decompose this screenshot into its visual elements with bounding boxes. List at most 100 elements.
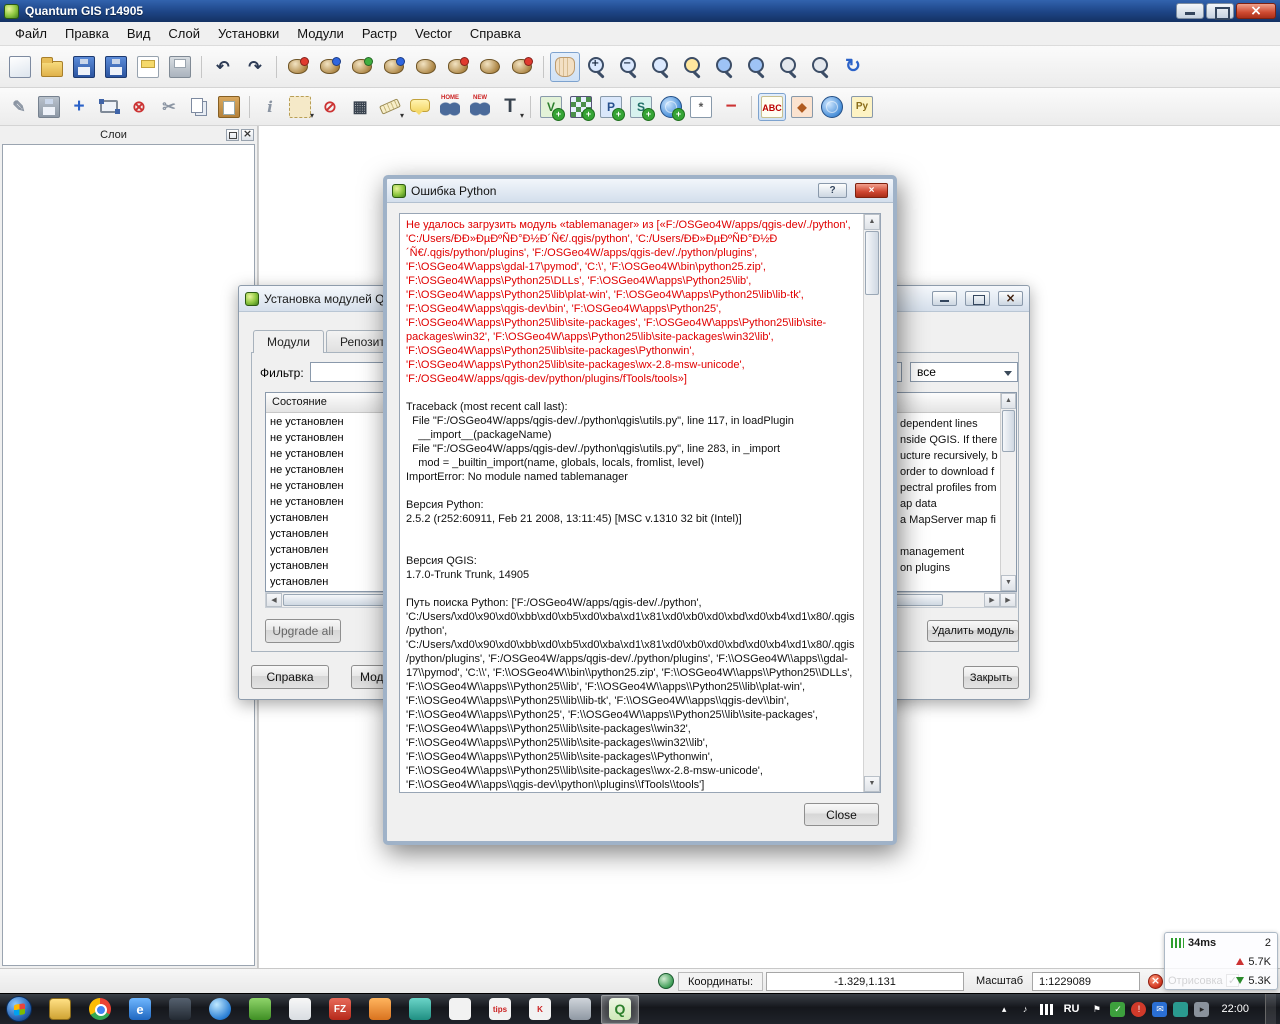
installer-maximize-button[interactable] [965, 291, 990, 306]
minimize-button[interactable] [1176, 3, 1204, 19]
node-tool-icon[interactable] [411, 52, 441, 82]
title-bar[interactable]: Quantum GIS r14905 [0, 0, 1280, 22]
move-feature-icon[interactable] [379, 52, 409, 82]
coordinates-input[interactable] [766, 972, 964, 991]
scroll-down-icon[interactable]: ▼ [864, 776, 880, 792]
new-shapefile-layer-icon[interactable]: * [687, 93, 715, 121]
custom-projection-icon[interactable] [818, 93, 846, 121]
toggle-editing-icon[interactable]: ✎ [5, 93, 33, 121]
print-composer-icon[interactable] [133, 52, 163, 82]
status-filter-combo[interactable]: все [910, 362, 1018, 382]
stop-render-icon[interactable] [1148, 974, 1163, 989]
antivirus-icon[interactable]: ✓ [1110, 1002, 1125, 1017]
volume-icon[interactable]: ♪ [1018, 1002, 1033, 1017]
tips-app-icon[interactable]: tips [481, 995, 519, 1024]
move-feature-icon[interactable]: + [65, 93, 93, 121]
add-raster-layer-icon[interactable] [567, 93, 595, 121]
app-teal-icon[interactable] [401, 995, 439, 1024]
scroll-up-icon[interactable]: ▲ [1001, 393, 1016, 409]
split-features-icon[interactable] [443, 52, 473, 82]
zoom-in-icon[interactable]: + [582, 52, 612, 82]
column-header-status[interactable]: Состояние [266, 393, 396, 412]
show-desktop-button[interactable] [1265, 994, 1276, 1024]
pan-map-icon[interactable] [550, 52, 580, 82]
select-features-icon[interactable] [286, 93, 314, 121]
app-tray-icon[interactable] [1173, 1002, 1188, 1017]
installer-minimize-button[interactable] [932, 291, 957, 306]
open-attribute-table-icon[interactable]: ▦ [346, 93, 374, 121]
filezilla-icon[interactable]: FZ [321, 995, 359, 1024]
upgrade-all-button[interactable]: Upgrade all [265, 619, 341, 643]
photo-viewer-icon[interactable] [281, 995, 319, 1024]
merge-features-icon[interactable] [475, 52, 505, 82]
action-center-icon[interactable]: ⚑ [1089, 1002, 1104, 1017]
scrollbar-thumb[interactable] [1002, 410, 1015, 452]
error-close-button[interactable]: Close [804, 803, 879, 826]
scale-input[interactable] [1032, 972, 1140, 991]
dock-close-icon[interactable] [241, 129, 254, 141]
map-tips-icon[interactable] [406, 93, 434, 121]
print-icon[interactable] [165, 52, 195, 82]
app-green-icon[interactable] [241, 995, 279, 1024]
delete-selected-icon[interactable]: ⊗ [125, 93, 153, 121]
scroll-down-icon[interactable]: ▼ [1001, 575, 1016, 591]
crs-status-icon[interactable] [658, 973, 674, 989]
labeling-icon[interactable]: ABC [758, 93, 786, 121]
add-wms-layer-icon[interactable] [657, 93, 685, 121]
add-vector-layer-icon[interactable]: V [537, 93, 565, 121]
kmplayer-icon[interactable]: K [521, 995, 559, 1024]
scrollbar-thumb[interactable] [865, 231, 879, 295]
add-spatialite-layer-icon[interactable]: S [627, 93, 655, 121]
capture-point-icon[interactable] [283, 52, 313, 82]
remove-layer-icon[interactable]: − [717, 93, 745, 121]
save-project-as-icon[interactable] [101, 52, 131, 82]
app-dark-icon[interactable] [161, 995, 199, 1024]
text-annotation-icon[interactable]: T [496, 93, 524, 121]
maximize-button[interactable] [1206, 3, 1234, 19]
zoom-out-icon[interactable]: − [614, 52, 644, 82]
vertical-scrollbar[interactable]: ▲ ▼ [863, 214, 880, 792]
menu-item[interactable]: Вид [118, 23, 160, 44]
update-icon[interactable]: ! [1131, 1002, 1146, 1017]
menu-item[interactable]: Файл [6, 23, 56, 44]
new-project-icon[interactable] [5, 52, 35, 82]
usb-icon[interactable]: ▸ [1194, 1002, 1209, 1017]
dialog-close-button[interactable]: × [855, 183, 888, 198]
taskbar-clock[interactable]: 22:00 [1215, 1003, 1259, 1015]
add-postgis-layer-icon[interactable]: P [597, 93, 625, 121]
scroll-right-icon[interactable]: ▶ [984, 593, 1000, 607]
menu-item[interactable]: Vector [406, 23, 461, 44]
app-gray-icon[interactable] [561, 995, 599, 1024]
uninstall-plugin-button[interactable]: Удалить модуль [927, 620, 1019, 642]
menu-item[interactable]: Справка [461, 23, 530, 44]
zoom-next-icon[interactable] [806, 52, 836, 82]
menu-item[interactable]: Растр [353, 23, 406, 44]
zoom-full-icon[interactable] [678, 52, 708, 82]
menu-item[interactable]: Правка [56, 23, 118, 44]
redo-icon[interactable]: ↷ [240, 52, 270, 82]
error-text-area[interactable]: Не удалось загрузить модуль «tablemanage… [399, 213, 881, 793]
document-app-icon[interactable] [441, 995, 479, 1024]
show-hidden-icons-button[interactable]: ▴ [997, 1002, 1012, 1017]
open-project-icon[interactable] [37, 52, 67, 82]
paste-features-icon[interactable] [215, 93, 243, 121]
menu-item[interactable]: Установки [209, 23, 288, 44]
capture-polygon-icon[interactable] [347, 52, 377, 82]
save-edits-icon[interactable] [35, 93, 63, 121]
qgis-taskbar-icon[interactable]: Q [601, 995, 639, 1024]
explorer-icon[interactable] [41, 995, 79, 1024]
undo-icon[interactable]: ↶ [208, 52, 238, 82]
copy-features-icon[interactable] [185, 93, 213, 121]
python-console-icon[interactable]: Py [848, 93, 876, 121]
refresh-map-icon[interactable]: ↻ [838, 52, 868, 82]
help-button[interactable]: Справка [251, 665, 329, 689]
zoom-last-icon[interactable] [774, 52, 804, 82]
scroll-right-icon[interactable]: ▶ [1000, 593, 1016, 607]
messenger-icon[interactable]: ✉ [1152, 1002, 1167, 1017]
scroll-up-icon[interactable]: ▲ [864, 214, 880, 230]
error-dialog-title-bar[interactable]: Ошибка Python ? × [387, 179, 893, 203]
capture-line-icon[interactable] [315, 52, 345, 82]
vertical-scrollbar[interactable]: ▲ ▼ [1000, 393, 1016, 591]
decorations-icon[interactable]: ◆ [788, 93, 816, 121]
start-button[interactable] [6, 996, 32, 1022]
